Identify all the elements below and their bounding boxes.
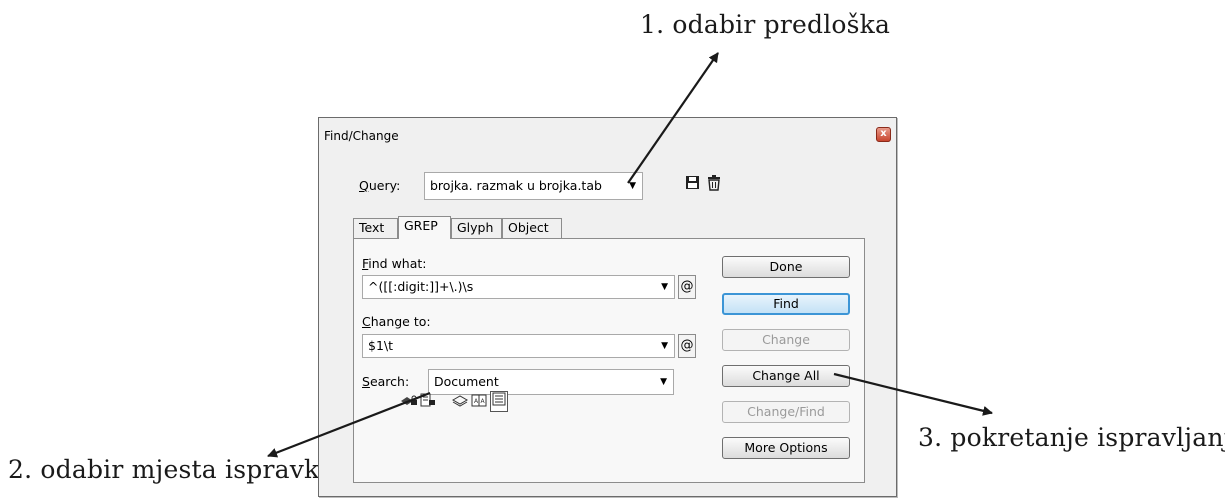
change-to-input[interactable]: $1\t ▼ (362, 334, 675, 358)
query-label: Query: (359, 178, 401, 193)
change-to-value: $1\t (368, 338, 394, 353)
tab-text[interactable]: Text (353, 218, 398, 238)
find-change-dialog: Find/Change x Query: brojka. razmak u br… (318, 117, 897, 497)
search-label: Search: (362, 374, 410, 389)
locked-layers-icon[interactable] (400, 393, 418, 412)
locked-stories-icon[interactable] (420, 393, 436, 412)
search-scope-value: Document (434, 374, 499, 389)
find-what-label: Find what: (362, 256, 427, 271)
close-button[interactable]: x (876, 127, 891, 142)
chevron-down-icon: ▼ (661, 282, 668, 292)
trash-icon[interactable] (707, 175, 721, 194)
hidden-layers-icon[interactable] (451, 393, 469, 412)
save-icon[interactable] (685, 175, 700, 193)
special-characters-find-button[interactable]: @ (678, 275, 696, 299)
find-what-input[interactable]: ^([[:digit:]]+\.)\s ▼ (362, 275, 675, 299)
search-scope-dropdown[interactable]: Document ▼ (428, 369, 674, 395)
done-button[interactable]: Done (722, 256, 850, 278)
find-what-value: ^([[:digit:]]+\.)\s (368, 279, 474, 294)
annotation-search-scope: 2. odabir mjesta ispravka (8, 455, 335, 484)
tab-grep[interactable]: GREP (398, 216, 451, 239)
chevron-down-icon: ▼ (629, 181, 636, 191)
query-dropdown[interactable]: brojka. razmak u brojka.tab ▼ (424, 172, 643, 200)
tab-object[interactable]: Object (502, 218, 562, 238)
change-all-button[interactable]: Change All (722, 365, 850, 387)
chevron-down-icon: ▼ (660, 377, 667, 387)
more-options-button[interactable]: More Options (722, 437, 850, 459)
change-find-button[interactable]: Change/Find (722, 401, 850, 423)
master-pages-icon[interactable]: AA (471, 393, 487, 412)
annotation-run-correction: 3. pokretanje ispravljanja (918, 423, 1225, 452)
change-to-label: Change to: (362, 314, 431, 329)
find-button[interactable]: Find (722, 293, 850, 315)
chevron-down-icon: ▼ (661, 341, 668, 351)
annotation-template-selection: 1. odabir predloška (640, 10, 891, 39)
dialog-title: Find/Change (324, 129, 399, 143)
special-characters-change-button[interactable]: @ (678, 334, 696, 358)
footnotes-icon[interactable] (490, 391, 508, 412)
tab-glyph[interactable]: Glyph (451, 218, 502, 238)
change-button[interactable]: Change (722, 329, 850, 351)
query-value: brojka. razmak u brojka.tab (430, 178, 602, 193)
title-bar[interactable]: Find/Change x (319, 118, 896, 151)
grep-panel: Find what: ^([[:digit:]]+\.)\s ▼ @ Chang… (353, 238, 865, 483)
